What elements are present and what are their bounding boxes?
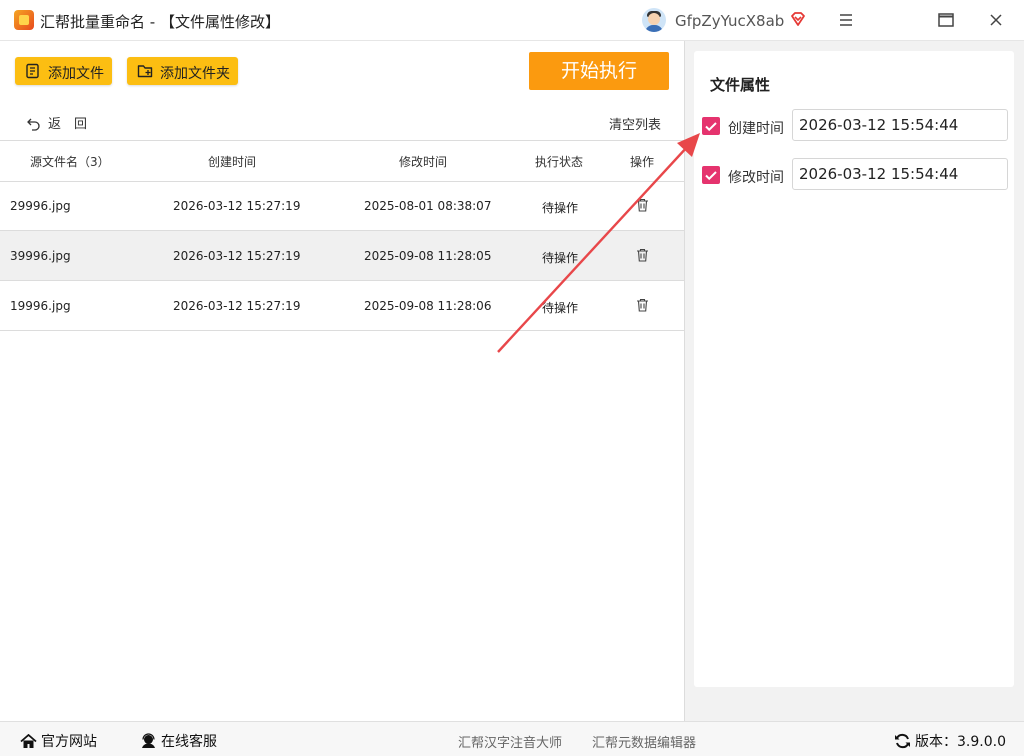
refresh-icon [895,733,910,749]
service-label: 在线客服 [161,734,217,750]
trash-icon[interactable] [636,198,649,212]
file-name: 19996.jpg [10,299,71,313]
table-header: 源文件名（3） 创建时间 修改时间 执行状态 操作 [0,140,684,182]
create-time-label: 创建时间 [728,121,784,137]
trash-icon[interactable] [636,248,649,262]
header-status: 执行状态 [535,155,584,169]
header-action: 操作 [630,155,655,169]
start-button[interactable]: 开始执行 [529,52,669,90]
add-folder-button[interactable]: 添加文件夹 [127,57,238,85]
table-row[interactable]: 39996.jpg 2026-03-12 15:27:19 2025-09-08… [0,231,684,281]
table-row[interactable]: 29996.jpg 2026-03-12 15:27:19 2025-08-01… [0,181,684,231]
panel-title: 文件属性 [710,76,771,94]
header-source-name: 源文件名（3） [30,155,110,169]
website-label: 官方网站 [41,734,97,750]
modified-time: 2025-08-01 08:38:07 [364,199,492,213]
customer-service-icon [142,733,155,748]
status: 待操作 [542,201,579,215]
modified-time: 2025-09-08 11:28:05 [364,249,492,263]
checkmark-icon [705,171,717,181]
modify-time-label: 修改时间 [728,170,784,186]
header-modified: 修改时间 [399,155,448,169]
table-row[interactable]: 19996.jpg 2026-03-12 15:27:19 2025-09-08… [0,281,684,331]
modify-time-checkbox[interactable] [702,166,720,184]
footer: 官方网站 在线客服 汇帮汉字注音大师 汇帮元数据编辑器 版本：3.9.0.0 [0,721,1024,756]
file-attributes-panel [694,51,1014,687]
service-link[interactable]: 在线客服 [140,731,217,751]
create-time-checkbox[interactable] [702,117,720,135]
file-name: 29996.jpg [10,199,71,213]
header-created: 创建时间 [208,155,257,169]
app-logo-icon [14,10,34,30]
create-time-input[interactable] [792,109,1008,141]
trash-icon[interactable] [636,298,649,312]
file-list-icon [26,63,39,79]
window-title: 汇帮批量重命名 - 【文件属性修改】 [40,13,280,31]
diamond-icon[interactable] [790,11,806,27]
modify-time-input[interactable] [792,158,1008,190]
title-bar: 汇帮批量重命名 - 【文件属性修改】 GfpZyYucX8ab [0,0,1024,41]
add-file-button[interactable]: 添加文件 [15,57,112,85]
version-info[interactable]: 版本：3.9.0.0 [894,731,1006,751]
folder-add-icon [137,65,153,78]
back-arrow-icon [27,118,40,131]
clear-list-button[interactable]: 清空列表 [609,114,661,133]
username[interactable]: GfpZyYucX8ab [675,12,784,30]
back-button[interactable]: 返 回 [26,113,87,132]
file-name: 39996.jpg [10,249,71,263]
checkmark-icon [705,122,717,132]
created-time: 2026-03-12 15:27:19 [173,249,301,263]
pinyin-tool-link[interactable]: 汇帮汉字注音大师 [458,732,562,751]
avatar[interactable] [642,8,666,32]
website-link[interactable]: 官方网站 [20,731,97,751]
close-icon[interactable] [986,10,1006,30]
menu-icon[interactable] [836,10,856,30]
add-file-label: 添加文件 [48,66,104,82]
created-time: 2026-03-12 15:27:19 [173,199,301,213]
status: 待操作 [542,301,579,315]
add-folder-label: 添加文件夹 [160,66,230,82]
status: 待操作 [542,251,579,265]
metadata-editor-link[interactable]: 汇帮元数据编辑器 [592,732,696,751]
maximize-icon[interactable] [936,10,956,30]
back-label: 返 回 [48,117,88,132]
modified-time: 2025-09-08 11:28:06 [364,299,492,313]
created-time: 2026-03-12 15:27:19 [173,299,301,313]
home-icon [20,733,37,748]
version-label: 版本：3.9.0.0 [915,734,1006,750]
